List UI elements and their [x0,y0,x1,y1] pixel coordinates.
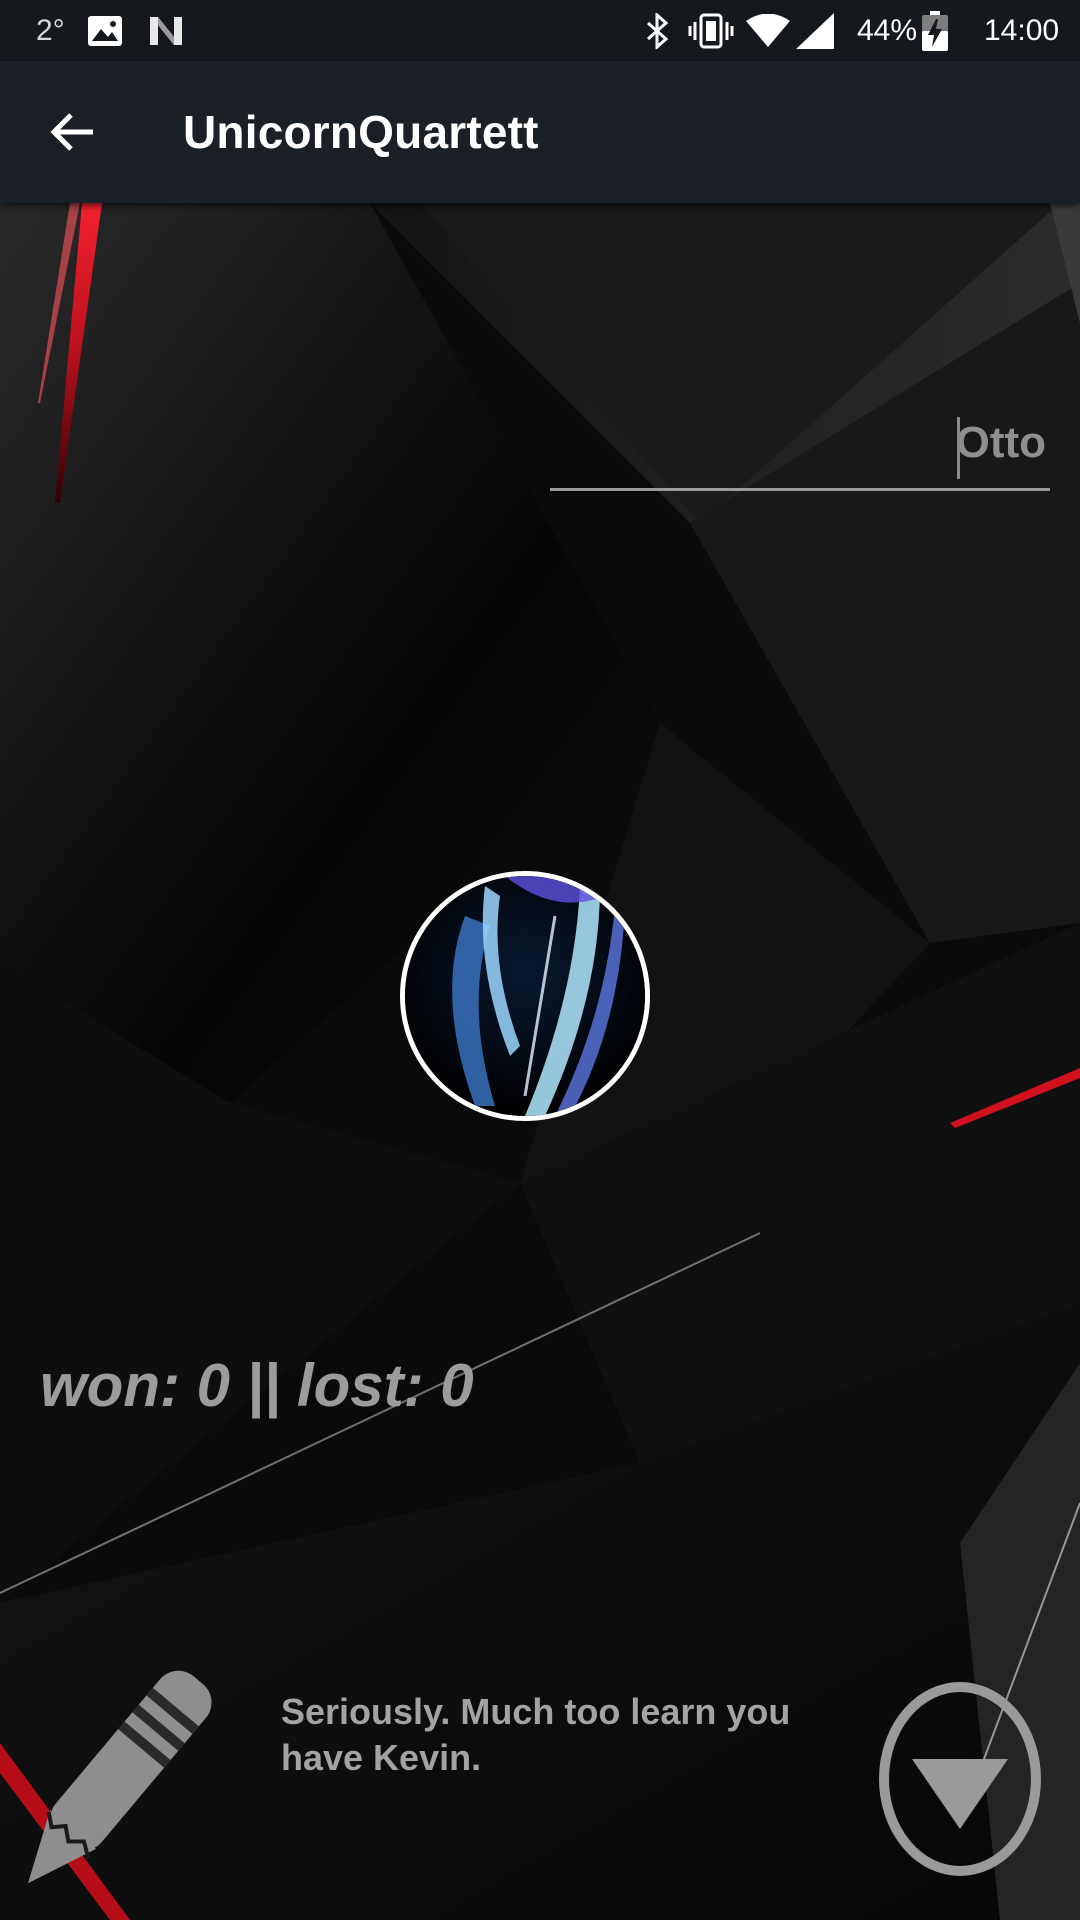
n-notification-icon [148,0,184,61]
battery-percent: 44% [857,13,918,47]
avatar-image [405,876,645,1116]
avatar[interactable] [400,871,650,1121]
arrow-back-icon [50,113,93,151]
name-input[interactable] [550,403,1050,491]
screen: 2° 44% 14:00 UnicornQuartett Otto won: 0… [0,0,1080,1920]
vibrate-icon [688,0,734,61]
status-temperature: 2° [36,13,65,47]
status-time: 14:00 [984,13,1060,47]
next-button[interactable] [876,1679,1044,1879]
app-bar: UnicornQuartett [0,61,1080,203]
bluetooth-icon [645,0,671,61]
score-text: won: 0 || lost: 0 [40,1352,474,1419]
text-caret [957,417,960,479]
photo-icon [88,0,122,61]
profile-content: won: 0 || lost: 0 Seriously. Much too le… [0,203,1080,1920]
triangle-down-circle-icon [879,1682,1041,1876]
hint-text: Seriously. Much too learn you have Kevin… [281,1691,791,1778]
status-bar: 2° 44% 14:00 [0,0,1080,61]
back-button[interactable] [36,96,108,168]
app-title: UnicornQuartett [183,106,539,158]
wifi-icon [746,0,790,61]
signal-icon [796,0,834,61]
edit-button[interactable] [18,1656,218,1896]
battery-charging-icon [922,0,948,61]
pencil-icon [28,1670,212,1884]
